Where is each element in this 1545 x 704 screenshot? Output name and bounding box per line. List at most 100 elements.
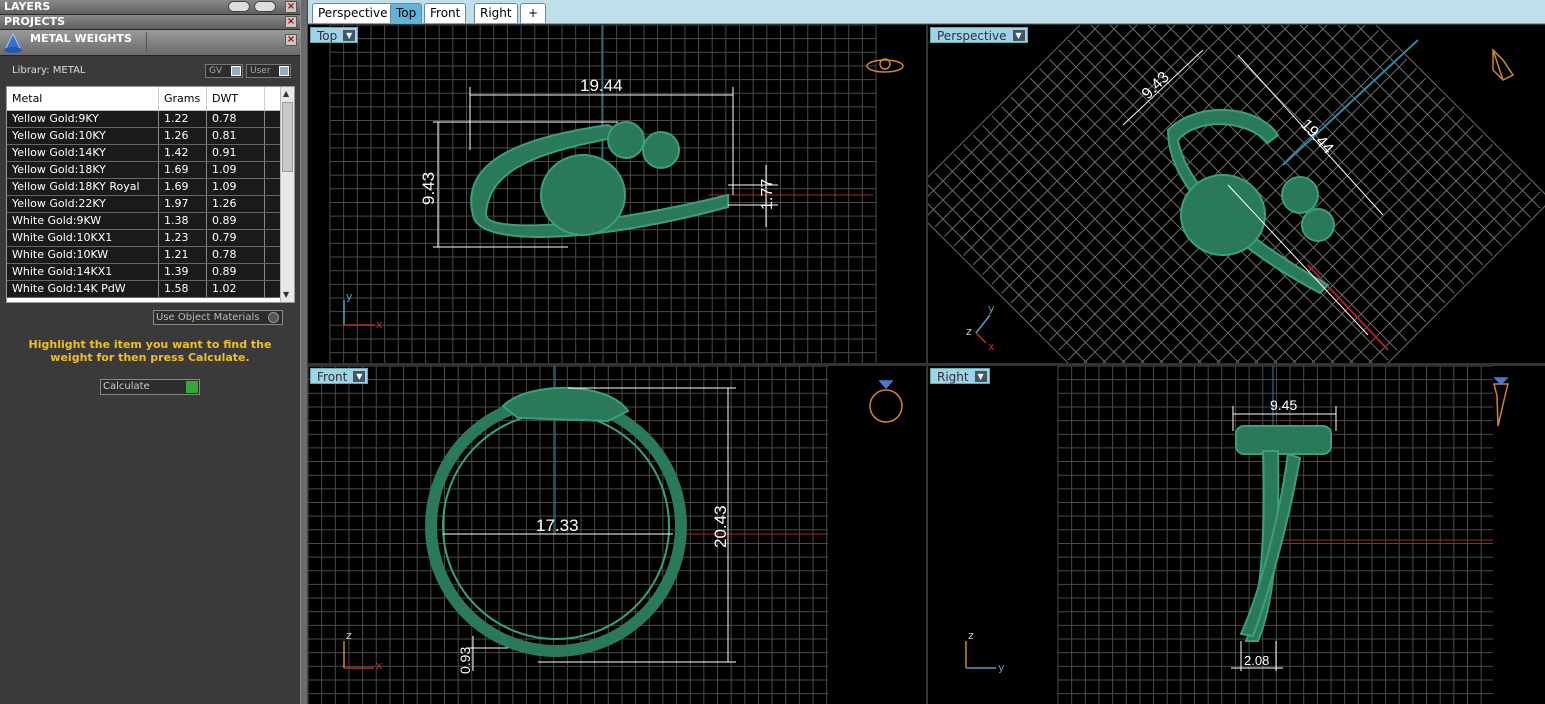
axis-y-label: y [346,290,353,303]
grams-cell: 1.26 [159,128,207,144]
tab-front[interactable]: Front [424,3,467,23]
layers-title: LAYERS [4,0,51,13]
perspective-view-cube-icon[interactable] [1492,48,1515,81]
scroll-up-icon[interactable]: ▲ [283,89,292,99]
dim-persp-1: 9.43 [1139,69,1173,103]
top-view-canvas: 19.44 9.43 1.77 y x [329,25,904,363]
gv-toggle[interactable]: GV [205,64,243,78]
calculate-label: Calculate [103,381,150,392]
grams-cell: 1.23 [159,230,207,246]
grams-cell: 1.42 [159,145,207,161]
metal-cell: Yellow Gold:14KY [7,145,159,161]
chevron-down-icon[interactable]: ▼ [974,371,987,382]
grams-cell: 1.22 [159,111,207,127]
front-view-canvas: 17.33 20.43 0.93 z x [308,366,903,704]
panel-splitter[interactable] [300,0,308,704]
calculate-button[interactable]: Calculate [100,379,200,395]
viewport-tabbar: Perspective Top Front Right + [308,0,1545,24]
metal-cell: White Gold:14KX1 [7,264,159,280]
table-row[interactable]: White Gold:14KX1 1.39 0.89 [7,264,294,281]
chevron-down-icon[interactable]: ▼ [343,30,356,41]
viewport-front[interactable]: 17.33 20.43 0.93 z x Front ▼ [308,366,926,704]
dwt-cell: 1.26 [207,196,265,212]
close-projects-icon[interactable]: × [285,16,297,28]
persp-axis-x: x [988,340,995,353]
layer-toggle-icon[interactable] [228,1,250,12]
projects-header[interactable]: PROJECTS × [0,15,300,30]
chevron-down-icon[interactable]: ▼ [353,371,366,382]
col-metal[interactable]: Metal [7,87,159,110]
grams-cell: 1.58 [159,281,207,297]
table-row[interactable]: White Gold:9KW 1.38 0.89 [7,213,294,230]
layers-header[interactable]: LAYERS × [0,0,300,15]
close-metal-weights-icon[interactable]: × [285,34,297,46]
viewport-label-right[interactable]: Right ▼ [930,368,990,384]
right-axis-y: y [998,661,1005,674]
table-row[interactable]: Yellow Gold:10KY 1.26 0.81 [7,128,294,145]
eye-icon[interactable] [254,1,276,12]
metal-weights-header: METAL WEIGHTS × [0,30,300,56]
gv-label: GV [209,66,223,76]
dwt-cell: 0.89 [207,264,265,280]
front-axis-z: z [346,629,352,642]
viewport-top[interactable]: 19.44 9.43 1.77 y x Top ▼ [308,25,926,363]
perspective-canvas: 9.43 19.44 y z x [928,25,1545,363]
col-grams[interactable]: Grams [159,87,207,110]
left-panel: LAYERS × PROJECTS × METAL WEIGHTS × Libr… [0,0,300,704]
table-row[interactable]: Yellow Gold:22KY 1.97 1.26 [7,196,294,213]
dwt-cell: 0.91 [207,145,265,161]
table-scrollbar[interactable]: ▲ ▼ [280,87,294,302]
tab-perspective[interactable]: Perspective [312,3,394,23]
table-row[interactable]: Yellow Gold:18KY 1.69 1.09 [7,162,294,179]
metal-weights-table: Metal Grams DWT Yellow Gold:9KY 1.22 0.78 Y… [6,86,295,303]
library-label: Library: METAL [12,65,86,76]
metal-weights-title: METAL WEIGHTS [30,32,132,45]
grams-cell: 1.21 [159,247,207,263]
play-icon [186,381,198,393]
dwt-cell: 1.09 [207,162,265,178]
viewport-perspective[interactable]: 9.43 19.44 y z x Perspective ▼ [928,25,1545,363]
col-dwt[interactable]: DWT [207,87,265,110]
table-row[interactable]: White Gold:10KW 1.21 0.78 [7,247,294,264]
right-axis-z: z [968,629,974,642]
right-view-cube-icon[interactable] [1493,377,1509,427]
viewport-right[interactable]: 9.45 2.08 z y Right ▼ [928,366,1545,704]
viewport-top-title: Top [317,29,338,43]
tab-top[interactable]: Top [390,3,423,23]
scroll-thumb[interactable] [282,102,293,172]
user-label: User [250,66,271,76]
grams-cell: 1.38 [159,213,207,229]
metal-cell: White Gold:10KW [7,247,159,263]
grams-cell: 1.69 [159,179,207,195]
dim-band-thickness: 0.93 [457,647,473,674]
dwt-cell: 0.78 [207,111,265,127]
viewport-perspective-title: Perspective [937,29,1007,43]
table-row[interactable]: Yellow Gold:18KY Royal 1.69 1.09 [7,179,294,196]
close-layers-icon[interactable]: × [285,1,297,13]
viewport-label-perspective[interactable]: Perspective ▼ [930,27,1028,43]
use-object-materials-button[interactable]: Use Object Materials [153,310,283,325]
hint-text: Highlight the item you want to find the … [28,338,272,364]
scroll-down-icon[interactable]: ▼ [283,290,292,300]
metal-cell: White Gold:14K PdW [7,281,159,297]
table-row[interactable]: White Gold:10KX1 1.23 0.79 [7,230,294,247]
tab-right[interactable]: Right [474,3,518,23]
table-row[interactable]: Yellow Gold:9KY 1.22 0.78 [7,111,294,128]
dim-inner-diameter: 17.33 [536,516,579,535]
table-header: Metal Grams DWT [7,87,294,111]
viewport-label-front[interactable]: Front ▼ [310,368,369,384]
dwt-cell: 1.09 [207,179,265,195]
right-view-canvas: 9.45 2.08 z y [965,366,1509,704]
metal-weights-icon [4,32,22,53]
front-view-cube-icon[interactable] [869,380,903,423]
table-row[interactable]: Yellow Gold:14KY 1.42 0.91 [7,145,294,162]
table-row[interactable]: White Gold:14K PdW 1.58 1.02 [7,281,294,298]
use-object-materials-radio-icon[interactable] [268,312,279,323]
persp-axis-y: y [988,302,995,315]
viewport-label-top[interactable]: Top ▼ [310,27,359,43]
dim-outer-height: 20.43 [711,505,730,548]
user-toggle[interactable]: User [246,64,291,78]
dim-right-shank: 2.08 [1244,653,1269,668]
chevron-down-icon[interactable]: ▼ [1012,30,1025,41]
add-tab-icon[interactable]: + [520,3,546,23]
